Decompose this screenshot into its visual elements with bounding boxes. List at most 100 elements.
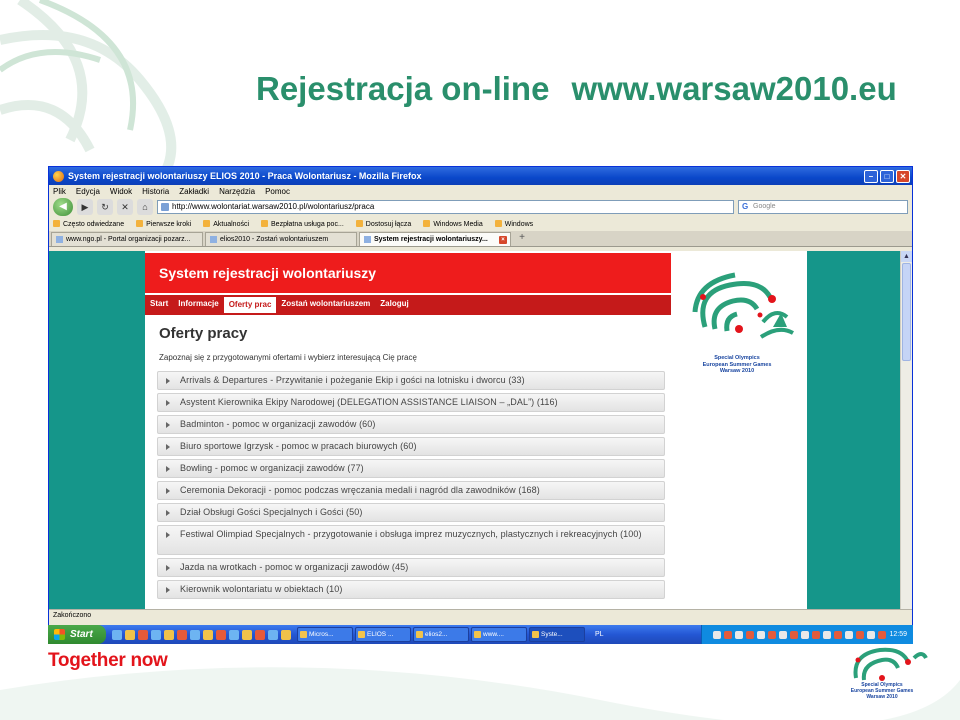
quick-launch <box>106 629 297 640</box>
offer-item[interactable]: Dział Obsługi Gości Specjalnych i Gości … <box>157 503 665 522</box>
navigation-toolbar: ◀ ▶ ↻ ✕ ⌂ http://www.wolontariat.warsaw2… <box>49 197 912 217</box>
taskbar-item[interactable]: ELIOS ... <box>355 627 411 642</box>
search-input[interactable]: Google <box>738 200 908 214</box>
bookmark-item[interactable]: Windows Media <box>423 220 482 228</box>
offer-item[interactable]: Arrivals & Departures - Przywitanie i po… <box>157 371 665 390</box>
quick-launch-icon[interactable] <box>151 629 161 640</box>
quick-launch-icon[interactable] <box>229 629 239 640</box>
address-bar[interactable]: http://www.wolontariat.warsaw2010.pl/wol… <box>157 200 734 214</box>
menu-history[interactable]: Historia <box>142 187 169 196</box>
language-indicator[interactable]: PL <box>587 631 612 638</box>
quick-launch-icon[interactable] <box>125 629 135 640</box>
maximize-button[interactable]: □ <box>880 169 894 183</box>
vertical-scrollbar[interactable]: ▲ <box>900 251 912 609</box>
tray-icon[interactable] <box>724 630 733 639</box>
quick-launch-icon[interactable] <box>190 629 200 640</box>
menu-edit[interactable]: Edycja <box>76 187 100 196</box>
quick-launch-icon[interactable] <box>268 629 278 640</box>
menu-help[interactable]: Pomoc <box>265 187 290 196</box>
tray-icon[interactable] <box>779 630 788 639</box>
bookmark-item[interactable]: Bezpłatna usługa poc... <box>261 220 344 228</box>
nav-zaloguj[interactable]: Zaloguj <box>375 295 413 313</box>
offer-item[interactable]: Festiwal Olimpiad Specjalnych - przygoto… <box>157 525 665 555</box>
offer-item[interactable]: Biuro sportowe Igrzysk - pomoc w pracach… <box>157 437 665 456</box>
nav-zostan-wolontariuszem[interactable]: Zostań wolontariuszem <box>276 295 375 313</box>
stop-button[interactable]: ✕ <box>117 199 133 215</box>
tab-elios[interactable]: elios2010 - Zostań wolontariuszem <box>205 232 357 246</box>
taskbar-item[interactable]: Micros... <box>297 627 353 642</box>
menu-bar: Plik Edycja Widok Historia Zakładki Narz… <box>49 185 912 197</box>
tray-icon[interactable] <box>790 630 799 639</box>
tab-system-rejestracji[interactable]: System rejestracji wolontariuszy... × <box>359 232 511 246</box>
reload-button[interactable]: ↻ <box>97 199 113 215</box>
tray-icon[interactable] <box>812 630 821 639</box>
close-button[interactable]: ✕ <box>896 169 910 183</box>
tray-icon[interactable] <box>823 630 832 639</box>
quick-launch-icon[interactable] <box>177 629 187 640</box>
offer-item[interactable]: Badminton - pomoc w organizacji zawodów … <box>157 415 665 434</box>
tray-icon[interactable] <box>856 630 865 639</box>
site-nav: Start Informacje Oferty prac Zostań wolo… <box>145 295 671 313</box>
bookmark-item[interactable]: Dostosuj łącza <box>356 220 412 228</box>
new-tab-button[interactable]: + <box>513 232 531 246</box>
logo-line: Warsaw 2010 <box>866 694 898 700</box>
taskbar-item[interactable]: Syste... <box>529 627 585 642</box>
slide-title-text: Rejestracja on-line <box>256 70 550 107</box>
tab-label: System rejestracji wolontariuszy... <box>374 236 488 243</box>
start-button[interactable]: Start <box>48 625 106 644</box>
tray-icon[interactable] <box>801 630 810 639</box>
quick-launch-icon[interactable] <box>138 629 148 640</box>
bookmark-item[interactable]: Aktualności <box>203 220 249 228</box>
tray-icon[interactable] <box>768 630 777 639</box>
slide-title-url: www.warsaw2010.eu <box>571 70 897 107</box>
taskbar-item[interactable]: www.... <box>471 627 527 642</box>
offer-item[interactable]: Ceremonia Dekoracji - pomoc podczas wręc… <box>157 481 665 500</box>
tab-close-icon[interactable]: × <box>499 236 507 244</box>
menu-file[interactable]: Plik <box>53 187 66 196</box>
menu-tools[interactable]: Narzędzia <box>219 187 255 196</box>
clock[interactable]: 12:59 <box>889 631 907 638</box>
quick-launch-icon[interactable] <box>203 629 213 640</box>
tray-icon[interactable] <box>845 630 854 639</box>
offer-item[interactable]: Bowling - pomoc w organizacji zawodów (7… <box>157 459 665 478</box>
bottom-games-emblem-icon <box>853 647 928 681</box>
home-button[interactable]: ⌂ <box>137 199 153 215</box>
menu-view[interactable]: Widok <box>110 187 132 196</box>
window-title: System rejestracji wolontariuszy ELIOS 2… <box>68 171 422 181</box>
tray-icon[interactable] <box>878 630 887 639</box>
window-titlebar[interactable]: System rejestracji wolontariuszy ELIOS 2… <box>49 167 912 185</box>
minimize-button[interactable]: – <box>864 169 878 183</box>
nav-oferty-prac[interactable]: Oferty prac <box>223 297 277 313</box>
scroll-up-icon[interactable]: ▲ <box>901 251 912 262</box>
tray-icon[interactable] <box>757 630 766 639</box>
logo-line: Warsaw 2010 <box>719 368 755 374</box>
bottom-logo-caption: Special Olympics European Summer Games W… <box>832 682 932 700</box>
tab-ngo[interactable]: www.ngo.pl - Portal organizacji pozarz..… <box>51 232 203 246</box>
scroll-thumb[interactable] <box>902 263 911 361</box>
nav-start[interactable]: Start <box>145 295 173 313</box>
offer-item[interactable]: Jazda na wrotkach - pomoc w organizacji … <box>157 558 665 577</box>
offer-item[interactable]: Kierownik wolontariatu w obiektach (10) <box>157 580 665 599</box>
nav-informacje[interactable]: Informacje <box>173 295 223 313</box>
quick-launch-icon[interactable] <box>255 629 265 640</box>
quick-launch-icon[interactable] <box>164 629 174 640</box>
quick-launch-icon[interactable] <box>242 629 252 640</box>
special-olympics-logo: Special Olympics European Summer Games W… <box>675 267 799 377</box>
quick-launch-icon[interactable] <box>112 629 122 640</box>
taskbar-item[interactable]: elios2... <box>413 627 469 642</box>
bookmark-item[interactable]: Pierwsze kroki <box>136 220 191 228</box>
back-button[interactable]: ◀ <box>53 198 73 216</box>
quick-launch-icon[interactable] <box>216 629 226 640</box>
tray-icon[interactable] <box>735 630 744 639</box>
offer-item[interactable]: Asystent Kierownika Ekipy Narodowej (DEL… <box>157 393 665 412</box>
tray-icon[interactable] <box>867 630 876 639</box>
bookmark-item[interactable]: Windows <box>495 220 533 228</box>
tray-icon[interactable] <box>746 630 755 639</box>
page-viewport: System rejestracji wolontariuszy Start I… <box>49 251 902 609</box>
tray-icon[interactable] <box>834 630 843 639</box>
forward-button[interactable]: ▶ <box>77 199 93 215</box>
menu-bookmarks[interactable]: Zakładki <box>179 187 209 196</box>
bookmark-item[interactable]: Często odwiedzane <box>53 220 124 228</box>
tray-icon[interactable] <box>713 630 722 639</box>
quick-launch-icon[interactable] <box>281 629 291 640</box>
